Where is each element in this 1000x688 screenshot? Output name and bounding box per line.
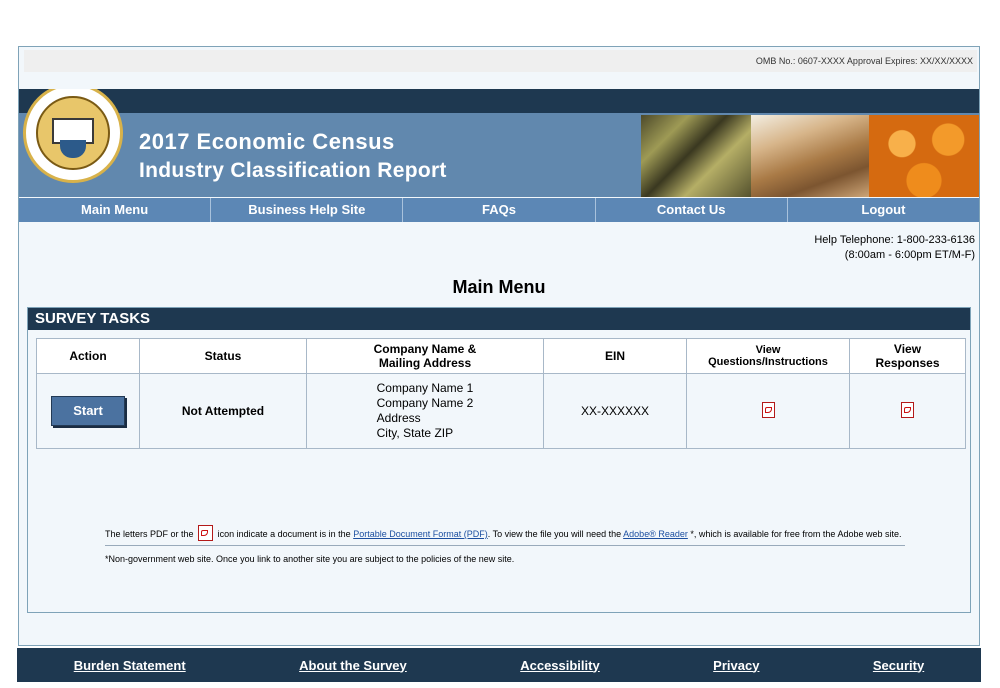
status-value: Not Attempted [181, 404, 265, 418]
table-header-row: Action Status Company Name & Mailing Add… [36, 338, 966, 374]
view-responses-cell [849, 373, 966, 449]
col-view-questions: View Questions/Instructions [686, 338, 850, 374]
pdf-notes: The letters PDF or the icon indicate a d… [105, 525, 905, 566]
footer-about-the-survey[interactable]: About the Survey [299, 658, 407, 673]
action-cell: Start [36, 373, 140, 449]
nav-business-help-site[interactable]: Business Help Site [211, 198, 404, 222]
oranges-photo [869, 115, 979, 197]
page-frame: OMB No.: 0607-XXXX Approval Expires: XX/… [18, 46, 980, 646]
mailing-address: Company Name 1 Company Name 2 Address Ci… [377, 381, 474, 441]
col-action: Action [36, 338, 140, 374]
help-hours: (8:00am - 6:00pm ET/M-F) [844, 249, 975, 261]
omb-notice: OMB No.: 0607-XXXX Approval Expires: XX/… [24, 50, 977, 72]
help-telephone: Help Telephone: 1-800-233-6136 [814, 234, 975, 246]
ein-cell: XX-XXXXXX [543, 373, 687, 449]
non-government-disclaimer: *Non-government web site. Once you link … [105, 554, 515, 564]
ein-value: XX-XXXXXX [580, 404, 650, 418]
pdf-note: The letters PDF or the icon indicate a d… [105, 525, 905, 541]
address-line: Address [376, 411, 421, 425]
footer-nav: Burden Statement About the Survey Access… [17, 648, 981, 682]
status-cell: Not Attempted [139, 373, 307, 449]
col-view-responses-line2: Responses [875, 356, 940, 370]
col-company-line2: Mailing Address [378, 356, 472, 370]
screws-photo [641, 115, 751, 197]
page-title: Main Menu [452, 277, 546, 297]
banner: 2017 Economic Census Industry Classifica… [19, 89, 979, 197]
pdf-icon [198, 525, 214, 541]
boxes-photo [751, 115, 869, 197]
company-cell: Company Name 1 Company Name 2 Address Ci… [306, 373, 544, 449]
table-row: Start Not Attempted Company Name 1 Compa… [36, 373, 966, 449]
survey-tasks-table: Action Status Company Name & Mailing Add… [36, 338, 966, 449]
view-questions-pdf-icon[interactable] [761, 401, 775, 418]
footer-burden-statement[interactable]: Burden Statement [74, 658, 186, 673]
survey-tasks-heading: SURVEY TASKS [28, 308, 970, 330]
seal-shield-icon [60, 140, 86, 158]
survey-tasks-panel: SURVEY TASKS Action Status Company Name … [27, 307, 971, 613]
nav-contact-us[interactable]: Contact Us [596, 198, 788, 222]
col-company-line1: Company Name & [373, 342, 477, 356]
footer-privacy[interactable]: Privacy [713, 658, 759, 673]
main-nav: Main Menu Business Help Site FAQs Contac… [19, 198, 979, 222]
col-view-questions-line2: Questions/Instructions [708, 356, 828, 368]
footer-accessibility[interactable]: Accessibility [520, 658, 600, 673]
adobe-reader-link[interactable]: Adobe® Reader [623, 529, 688, 539]
col-company: Company Name & Mailing Address [306, 338, 544, 374]
pdf-note-suffix: *, which is available for free from the … [690, 529, 902, 539]
nav-main-menu[interactable]: Main Menu [19, 198, 212, 222]
col-view-responses: View Responses [849, 338, 966, 374]
pdf-note-prefix: The letters PDF or the [105, 529, 194, 539]
survey-subtitle: Industry Classification Report [139, 159, 447, 182]
col-view-responses-line1: View [893, 342, 922, 356]
nav-faqs[interactable]: FAQs [403, 198, 596, 222]
address-line: Company Name 2 [376, 396, 474, 410]
address-line: Company Name 1 [376, 381, 474, 395]
pdf-format-link[interactable]: Portable Document Format (PDF) [353, 529, 488, 539]
pdf-note-mid2: . To view the file you will need the [487, 529, 622, 539]
address-line: City, State ZIP [376, 426, 454, 440]
view-responses-pdf-icon[interactable] [901, 401, 914, 418]
nav-logout[interactable]: Logout [788, 198, 979, 222]
seal-emblem [36, 96, 110, 170]
col-view-questions-line1: View [755, 344, 781, 356]
col-status: Status [139, 338, 307, 374]
help-info: Help Telephone: 1-800-233-6136 (8:00am -… [814, 233, 975, 263]
notes-divider [105, 545, 905, 546]
census-bureau-seal-icon [23, 89, 123, 183]
survey-title: 2017 Economic Census [139, 129, 395, 154]
start-button[interactable]: Start [51, 396, 125, 426]
col-ein: EIN [543, 338, 687, 374]
footer-security[interactable]: Security [873, 658, 924, 673]
view-questions-cell [686, 373, 850, 449]
banner-top-band [19, 89, 979, 113]
pdf-note-mid: icon indicate a document is in the [217, 529, 351, 539]
